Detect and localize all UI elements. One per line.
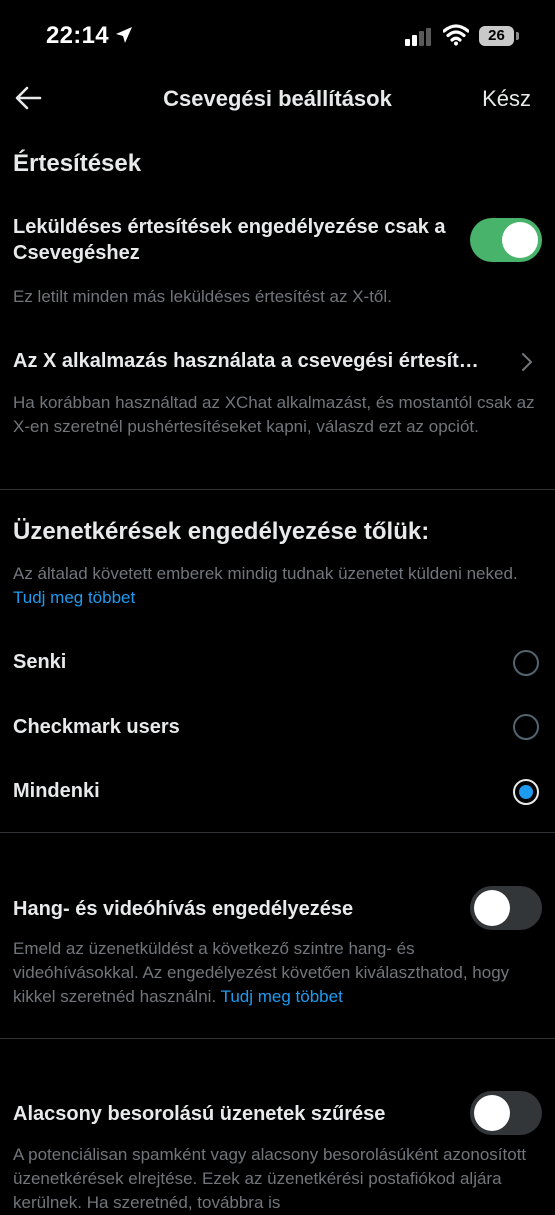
cellular-signal-icon [405,28,431,46]
radio-label-checkmark-users: Checkmark users [13,716,180,738]
location-arrow-icon [116,27,132,43]
divider [0,832,555,833]
message-requests-description-text: Az általad követett emberek mindig tudna… [13,564,518,583]
wifi-icon [443,24,469,46]
status-time: 22:14 [46,22,109,49]
radio-mindenki[interactable] [513,779,539,805]
notifications-section-title: Értesítések [13,150,142,177]
calls-title: Hang- és videóhívás engedélyezése [13,898,354,920]
battery-icon: 26 [479,26,514,46]
battery-tip [516,32,519,40]
low-quality-filter-description: A potenciálisan spamként vagy alacsony b… [13,1145,527,1212]
toggle-knob [502,222,538,258]
push-only-chat-toggle[interactable] [470,218,542,262]
radio-label-mindenki: Mindenki [13,780,100,802]
calls-description: Emeld az üzenetküldést a következő szint… [13,937,541,1009]
chevron-right-icon [522,353,532,371]
calls-toggle[interactable] [470,886,542,930]
radio-senki[interactable] [513,650,539,676]
learn-more-link[interactable]: Tudj meg többet [13,588,135,607]
divider [0,1038,555,1039]
message-requests-description: Az általad követett emberek mindig tudna… [13,562,541,610]
status-bar: 22:14 26 [0,0,555,74]
push-only-chat-title: Leküldéses értesítések engedélyezése csa… [13,216,446,264]
battery-level: 26 [488,27,505,44]
calls-learn-more-link[interactable]: Tudj meg többet [221,987,343,1006]
use-x-app-row[interactable]: Az X alkalmazás használata a csevegési é… [0,340,555,384]
push-only-chat-description: Ez letilt minden más leküldéses értesíté… [13,287,392,306]
radio-checkmark-users[interactable] [513,714,539,740]
page-title: Csevegési beállítások [163,86,392,111]
use-x-app-title: Az X alkalmazás használata a csevegési é… [13,350,479,372]
radio-label-senki: Senki [13,651,67,673]
done-button[interactable]: Kész [482,86,531,112]
toggle-knob [474,1095,510,1131]
header: Csevegési beállítások Kész [0,74,555,122]
divider [0,489,555,490]
low-quality-filter-toggle[interactable] [470,1091,542,1135]
message-requests-section-title: Üzenetkérések engedélyezése tőlük: [13,518,430,545]
use-x-app-description: Ha korábban használtad az XChat alkalmaz… [13,393,535,436]
toggle-knob [474,890,510,926]
low-quality-filter-title: Alacsony besorolású üzenetek szűrése [13,1103,386,1125]
